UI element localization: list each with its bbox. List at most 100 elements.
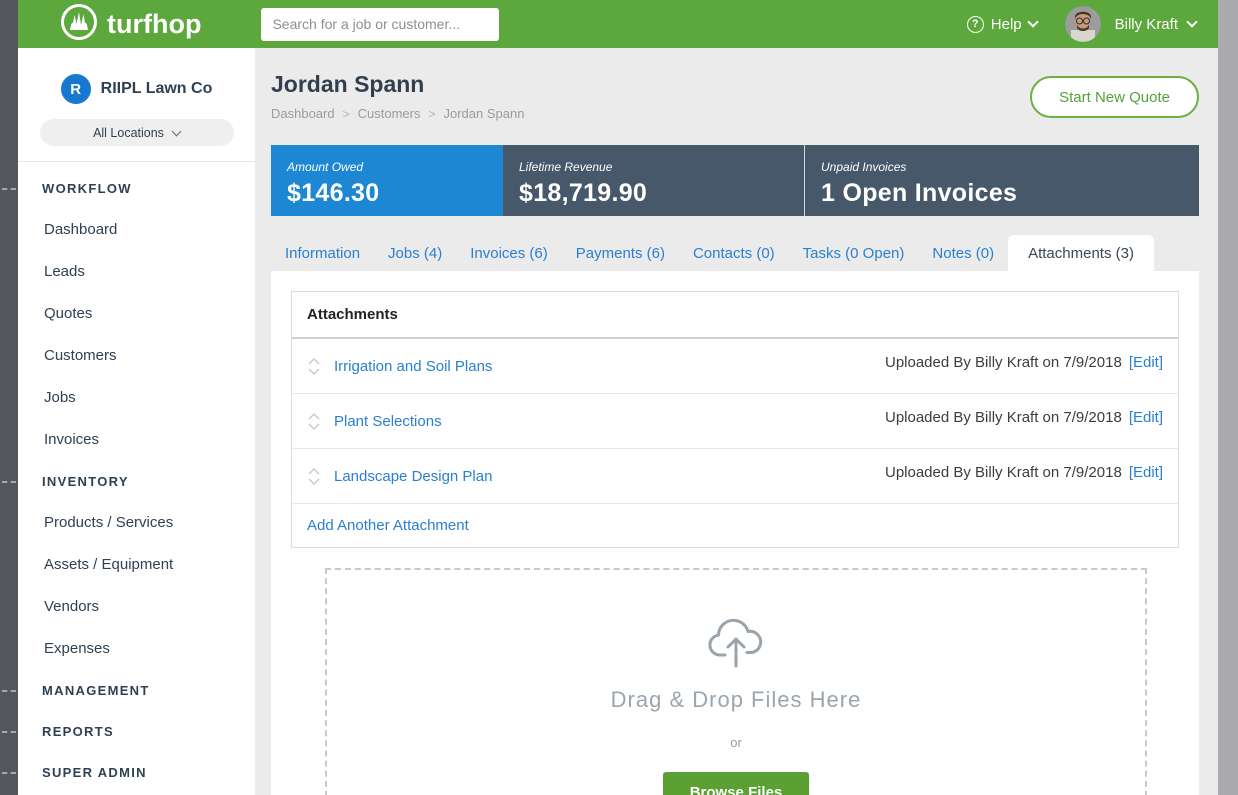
breadcrumb-separator: > — [428, 107, 435, 121]
top-navbar: turfhop ? Help — [18, 0, 1218, 48]
attachment-meta: Uploaded By Billy Kraft on 7/9/2018 [Edi… — [885, 459, 1163, 481]
edit-attachment-link[interactable]: [Edit] — [1129, 464, 1163, 481]
stat-label: Lifetime Revenue — [519, 160, 804, 174]
sidebar-item-assets-equipment[interactable]: Assets / Equipment — [18, 544, 255, 586]
attachment-meta: Uploaded By Billy Kraft on 7/9/2018 [Edi… — [885, 404, 1163, 426]
sidebar-item-vendors[interactable]: Vendors — [18, 586, 255, 628]
attachment-link[interactable]: Irrigation and Soil Plans — [334, 358, 492, 375]
breadcrumb: Dashboard > Customers > Jordan Spann — [271, 106, 524, 121]
sidebar-item-leads[interactable]: Leads — [18, 251, 255, 293]
topbar-right-group: ? Help — [967, 6, 1196, 42]
tab-jobs[interactable]: Jobs (4) — [374, 235, 456, 271]
left-edge-strip — [0, 0, 18, 795]
sidebar-item-dashboard[interactable]: Dashboard — [18, 209, 255, 251]
uploaded-by-text: Uploaded By Billy Kraft on 7/9/2018 — [885, 464, 1122, 481]
attachment-link[interactable]: Plant Selections — [334, 413, 442, 430]
add-attachment-link[interactable]: Add Another Attachment — [292, 504, 1178, 547]
sidebar-item-quotes[interactable]: Quotes — [18, 293, 255, 335]
reorder-control — [307, 412, 321, 431]
chevron-down-icon — [171, 126, 181, 136]
sidebar-item-expenses[interactable]: Expenses — [18, 628, 255, 670]
move-down-icon[interactable] — [307, 368, 321, 376]
help-menu[interactable]: ? Help — [967, 16, 1037, 33]
page-header: Jordan Spann Dashboard > Customers > Jor… — [271, 70, 1199, 121]
move-up-icon[interactable] — [307, 467, 321, 475]
location-selector[interactable]: All Locations — [40, 119, 234, 146]
nav-section-workflow[interactable]: WORKFLOW — [18, 168, 255, 209]
stat-unpaid-invoices: Unpaid Invoices 1 Open Invoices — [804, 145, 1199, 216]
tab-notes[interactable]: Notes (0) — [918, 235, 1008, 271]
reorder-control — [307, 467, 321, 486]
attachment-row: Plant Selections Uploaded By Billy Kraft… — [292, 394, 1178, 449]
stat-value: $18,719.90 — [519, 179, 804, 208]
customer-tabs: Information Jobs (4) Invoices (6) Paymen… — [271, 235, 1199, 271]
scrollbar-track[interactable] — [1218, 0, 1238, 795]
stat-value: 1 Open Invoices — [821, 179, 1199, 208]
move-down-icon[interactable] — [307, 478, 321, 486]
reorder-control — [307, 357, 321, 376]
tab-information[interactable]: Information — [271, 235, 374, 271]
nav-section-reports[interactable]: REPORTS — [18, 711, 255, 752]
chevron-down-icon — [1027, 16, 1038, 27]
user-avatar[interactable] — [1065, 6, 1101, 42]
edit-attachment-link[interactable]: [Edit] — [1129, 354, 1163, 371]
location-selector-value: All Locations — [93, 126, 164, 140]
company-brand: R RIIPL Lawn Co — [18, 48, 255, 104]
sidebar-item-jobs[interactable]: Jobs — [18, 377, 255, 419]
browse-files-button[interactable]: Browse Files — [663, 772, 810, 795]
sidebar-nav: WORKFLOW Dashboard Leads Quotes Customer… — [18, 162, 255, 793]
nav-section-inventory[interactable]: INVENTORY — [18, 461, 255, 502]
breadcrumb-dashboard[interactable]: Dashboard — [271, 106, 335, 121]
app-window: turfhop ? Help — [18, 0, 1218, 795]
attachments-card-title: Attachments — [292, 292, 1178, 339]
chevron-down-icon — [1186, 16, 1197, 27]
attachments-card: Attachments Irrigation and Soil Plans Up… — [291, 291, 1179, 548]
app-logo[interactable]: turfhop — [60, 3, 201, 46]
customer-stats-bar: Amount Owed $146.30 Lifetime Revenue $18… — [271, 145, 1199, 216]
page-title: Jordan Spann — [271, 70, 524, 98]
tab-payments[interactable]: Payments (6) — [562, 235, 679, 271]
breadcrumb-current: Jordan Spann — [444, 106, 525, 121]
file-dropzone[interactable]: Drag & Drop Files Here or Browse Files — [325, 568, 1147, 795]
sidebar-item-customers[interactable]: Customers — [18, 335, 255, 377]
breadcrumb-separator: > — [343, 107, 350, 121]
logo-wordmark: turfhop — [107, 9, 201, 40]
dropzone-heading: Drag & Drop Files Here — [611, 687, 862, 713]
dropzone-or-text: or — [730, 735, 742, 750]
search-input[interactable] — [261, 8, 499, 41]
cloud-upload-icon — [707, 618, 765, 673]
turfhop-grass-icon — [60, 3, 98, 46]
move-up-icon[interactable] — [307, 357, 321, 365]
help-label: Help — [991, 16, 1022, 33]
move-down-icon[interactable] — [307, 423, 321, 431]
main-content: Jordan Spann Dashboard > Customers > Jor… — [255, 48, 1218, 795]
company-name: RIIPL Lawn Co — [101, 80, 213, 98]
tab-contacts[interactable]: Contacts (0) — [679, 235, 789, 271]
move-up-icon[interactable] — [307, 412, 321, 420]
stat-label: Unpaid Invoices — [821, 160, 1199, 174]
sidebar-item-products-services[interactable]: Products / Services — [18, 502, 255, 544]
sidebar: R RIIPL Lawn Co All Locations WORKFLOW D… — [18, 48, 255, 795]
stat-label: Amount Owed — [287, 160, 503, 174]
tab-invoices[interactable]: Invoices (6) — [456, 235, 562, 271]
nav-section-management[interactable]: MANAGEMENT — [18, 670, 255, 711]
stat-lifetime-revenue: Lifetime Revenue $18,719.90 — [503, 145, 804, 216]
company-logo-badge: R — [61, 74, 91, 104]
attachment-meta: Uploaded By Billy Kraft on 7/9/2018 [Edi… — [885, 349, 1163, 371]
attachment-row: Irrigation and Soil Plans Uploaded By Bi… — [292, 339, 1178, 394]
attachment-row: Landscape Design Plan Uploaded By Billy … — [292, 449, 1178, 504]
user-menu[interactable]: Billy Kraft — [1115, 16, 1196, 33]
edit-attachment-link[interactable]: [Edit] — [1129, 409, 1163, 426]
tab-tasks[interactable]: Tasks (0 Open) — [789, 235, 919, 271]
sidebar-item-invoices[interactable]: Invoices — [18, 419, 255, 461]
nav-section-super-admin[interactable]: SUPER ADMIN — [18, 752, 255, 793]
uploaded-by-text: Uploaded By Billy Kraft on 7/9/2018 — [885, 354, 1122, 371]
start-new-quote-button[interactable]: Start New Quote — [1030, 76, 1199, 118]
global-search — [261, 8, 499, 41]
stat-value: $146.30 — [287, 179, 503, 208]
breadcrumb-customers[interactable]: Customers — [358, 106, 421, 121]
attachment-link[interactable]: Landscape Design Plan — [334, 468, 492, 485]
tab-attachments[interactable]: Attachments (3) — [1008, 235, 1154, 271]
uploaded-by-text: Uploaded By Billy Kraft on 7/9/2018 — [885, 409, 1122, 426]
user-name-label: Billy Kraft — [1115, 16, 1178, 33]
